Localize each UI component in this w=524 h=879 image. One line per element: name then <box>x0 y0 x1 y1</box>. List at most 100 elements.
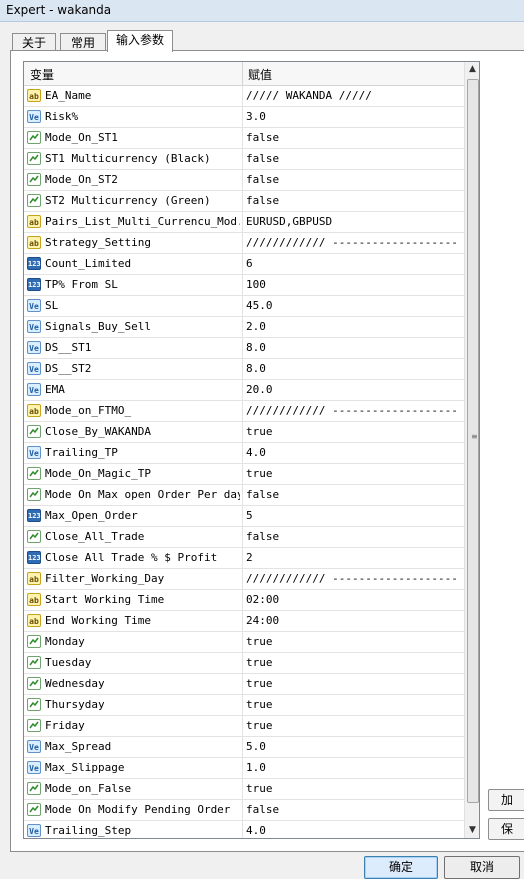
integer-type-icon: 123 <box>27 278 41 291</box>
parameter-row[interactable]: 123 Close All Trade % $ Profit 2 <box>24 548 464 569</box>
parameter-value[interactable]: ///// WAKANDA ///// <box>246 89 460 102</box>
save-button[interactable]: 保 <box>488 818 524 840</box>
parameter-name: Close_By_WAKANDA <box>45 425 151 438</box>
parameter-value[interactable]: 24:00 <box>246 614 460 627</box>
parameter-value[interactable]: true <box>246 467 460 480</box>
column-header-variable[interactable]: 变量 <box>30 66 54 83</box>
parameter-name: Thursyday <box>45 698 105 711</box>
parameter-value[interactable]: true <box>246 656 460 669</box>
parameter-value[interactable]: false <box>246 173 460 186</box>
parameter-value[interactable]: true <box>246 782 460 795</box>
parameter-name: Filter_Working_Day <box>45 572 165 585</box>
parameter-value[interactable]: 1.0 <box>246 761 460 774</box>
bool-type-icon <box>27 719 41 732</box>
parameter-row[interactable]: ST2 Multicurrency (Green) false <box>24 191 464 212</box>
parameter-row[interactable]: ab Pairs_List_Multi_Currencu_Mod... EURUSD… <box>24 212 464 233</box>
parameter-row[interactable]: Tuesday true <box>24 653 464 674</box>
parameter-row[interactable]: ab EA_Name ///// WAKANDA ///// <box>24 86 464 107</box>
parameter-row[interactable]: ab End Working Time 24:00 <box>24 611 464 632</box>
cell-divider <box>242 338 243 358</box>
parameter-row[interactable]: Mode_On_ST1 false <box>24 128 464 149</box>
parameter-value[interactable]: true <box>246 635 460 648</box>
parameter-row[interactable]: Ve SL 45.0 <box>24 296 464 317</box>
parameter-value[interactable]: 4.0 <box>246 824 460 837</box>
parameter-value[interactable]: true <box>246 425 460 438</box>
parameter-value[interactable]: //////////// -------------------... <box>246 572 460 585</box>
parameter-value[interactable]: 02:00 <box>246 593 460 606</box>
parameter-row[interactable]: Ve DS__ST1 8.0 <box>24 338 464 359</box>
parameter-value[interactable]: 2 <box>246 551 460 564</box>
column-divider[interactable] <box>242 62 243 85</box>
parameter-row[interactable]: 123 Count_Limited 6 <box>24 254 464 275</box>
parameter-row[interactable]: Ve DS__ST2 8.0 <box>24 359 464 380</box>
parameters-grid: 变量 赋值 ab EA_Name ///// WAKANDA ///// Ve Risk… <box>23 61 480 839</box>
parameter-row[interactable]: Mode On Modify Pending Order false <box>24 800 464 821</box>
parameter-value[interactable]: 100 <box>246 278 460 291</box>
parameter-value[interactable]: 2.0 <box>246 320 460 333</box>
scroll-down-arrow-icon[interactable]: ▼ <box>465 823 479 838</box>
load-button[interactable]: 加 <box>488 789 524 811</box>
parameter-value[interactable]: 5 <box>246 509 460 522</box>
parameter-value[interactable]: 4.0 <box>246 446 460 459</box>
parameter-row[interactable]: Close_All_Trade false <box>24 527 464 548</box>
parameter-value[interactable]: //////////// -------------------... <box>246 236 460 249</box>
scroll-up-arrow-icon[interactable]: ▲ <box>465 62 479 77</box>
parameter-row[interactable]: Ve Risk% 3.0 <box>24 107 464 128</box>
parameter-value[interactable]: 3.0 <box>246 110 460 123</box>
parameter-row[interactable]: 123 Max_Open_Order 5 <box>24 506 464 527</box>
cell-divider <box>242 758 243 778</box>
parameter-row[interactable]: Mode On Max open Order Per day false <box>24 485 464 506</box>
parameter-row[interactable]: Friday true <box>24 716 464 737</box>
parameter-row[interactable]: Ve Max_Spread 5.0 <box>24 737 464 758</box>
parameter-value[interactable]: 20.0 <box>246 383 460 396</box>
parameter-row[interactable]: Mode_On_ST2 false <box>24 170 464 191</box>
parameter-name: Mode_On_ST2 <box>45 173 118 186</box>
column-header-value[interactable]: 赋值 <box>248 66 272 83</box>
parameter-row[interactable]: ab Start Working Time 02:00 <box>24 590 464 611</box>
parameter-row[interactable]: Ve Trailing_Step 4.0 <box>24 821 464 838</box>
parameter-value[interactable]: false <box>246 803 460 816</box>
parameter-row[interactable]: Ve Max_Slippage 1.0 <box>24 758 464 779</box>
ok-button[interactable]: 确定 <box>364 856 438 879</box>
parameter-row[interactable]: Thursyday true <box>24 695 464 716</box>
parameter-row[interactable]: Monday true <box>24 632 464 653</box>
parameter-value[interactable]: false <box>246 194 460 207</box>
parameter-name: Max_Open_Order <box>45 509 138 522</box>
parameter-value[interactable]: 6 <box>246 257 460 270</box>
parameter-value[interactable]: true <box>246 719 460 732</box>
parameter-row[interactable]: ab Strategy_Setting //////////// ---------… <box>24 233 464 254</box>
parameter-value[interactable]: 5.0 <box>246 740 460 753</box>
parameter-value[interactable]: true <box>246 698 460 711</box>
parameter-value[interactable]: true <box>246 677 460 690</box>
parameter-value[interactable]: false <box>246 530 460 543</box>
bool-type-icon <box>27 698 41 711</box>
parameter-value[interactable]: 8.0 <box>246 362 460 375</box>
parameter-row[interactable]: ST1 Multicurrency (Black) false <box>24 149 464 170</box>
parameter-value[interactable]: false <box>246 488 460 501</box>
double-type-icon: Ve <box>27 341 41 354</box>
tab-inputs[interactable]: 输入参数 <box>107 30 173 52</box>
parameter-row[interactable]: Ve Trailing_TP 4.0 <box>24 443 464 464</box>
double-type-icon: Ve <box>27 320 41 333</box>
parameter-row[interactable]: ab Filter_Working_Day //////////// -------… <box>24 569 464 590</box>
parameter-value[interactable]: 45.0 <box>246 299 460 312</box>
parameter-value[interactable]: EURUSD,GBPUSD <box>246 215 460 228</box>
vertical-scrollbar[interactable]: ▲ ≡ ▼ <box>464 62 479 838</box>
bool-type-icon <box>27 782 41 795</box>
parameter-row[interactable]: Wednesday true <box>24 674 464 695</box>
parameter-value[interactable]: 8.0 <box>246 341 460 354</box>
cell-divider <box>242 128 243 148</box>
double-type-icon: Ve <box>27 824 41 837</box>
parameter-value[interactable]: //////////// -------------------... <box>246 404 460 417</box>
parameter-value[interactable]: false <box>246 131 460 144</box>
parameter-row[interactable]: ab Mode_on_FTMO_ //////////// ------------… <box>24 401 464 422</box>
scrollbar-thumb[interactable]: ≡ <box>467 79 479 803</box>
parameter-value[interactable]: false <box>246 152 460 165</box>
parameter-row[interactable]: Ve EMA 20.0 <box>24 380 464 401</box>
parameter-row[interactable]: Ve Signals_Buy_Sell 2.0 <box>24 317 464 338</box>
parameter-row[interactable]: 123 TP% From SL 100 <box>24 275 464 296</box>
cancel-button[interactable]: 取消 <box>444 856 520 879</box>
parameter-row[interactable]: Mode_On_Magic_TP true <box>24 464 464 485</box>
parameter-row[interactable]: Close_By_WAKANDA true <box>24 422 464 443</box>
parameter-row[interactable]: Mode_on_False true <box>24 779 464 800</box>
